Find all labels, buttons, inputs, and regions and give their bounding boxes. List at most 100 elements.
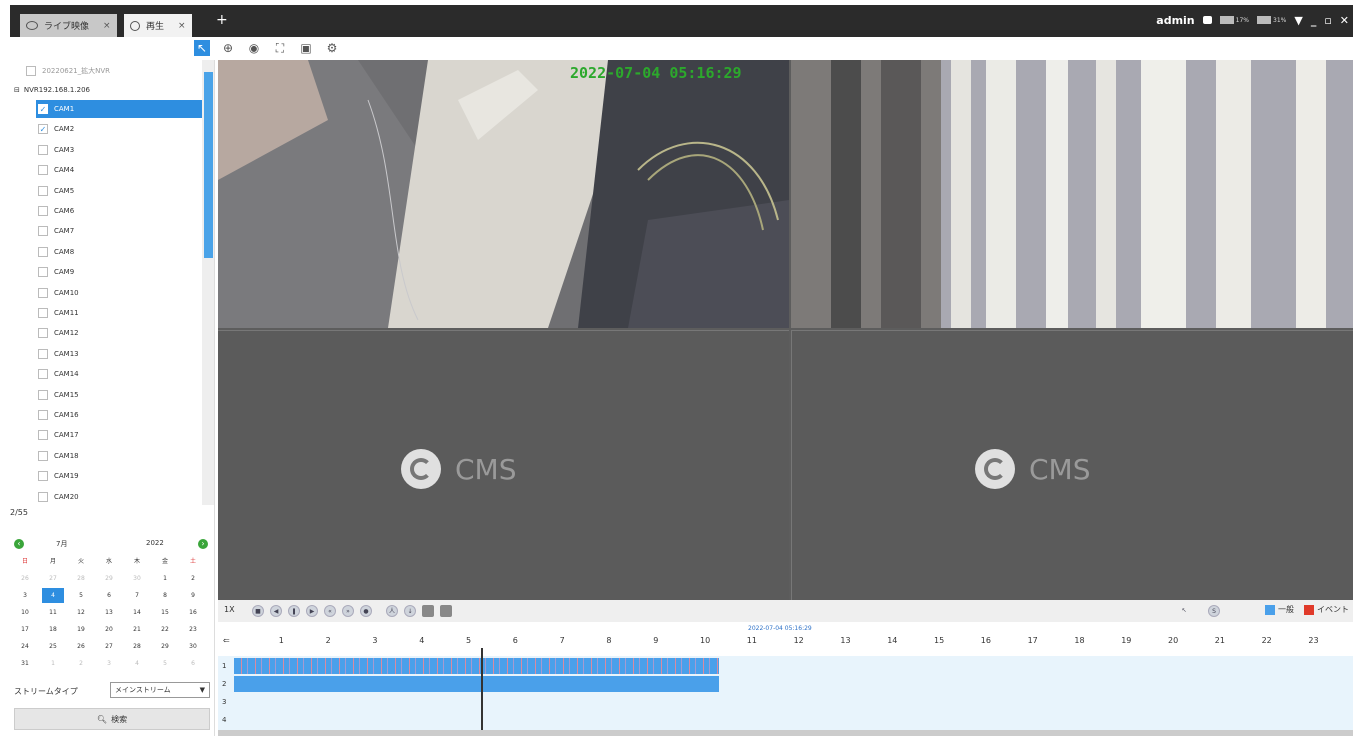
- checkbox[interactable]: [38, 348, 48, 359]
- calendar-day[interactable]: 30: [126, 571, 148, 586]
- camera-item[interactable]: CAM5: [38, 182, 74, 200]
- settings-icon[interactable]: ⚙: [324, 40, 340, 56]
- recording-segment[interactable]: [234, 658, 719, 674]
- calendar-day[interactable]: 4: [42, 588, 64, 603]
- checkbox[interactable]: [38, 308, 48, 318]
- calendar-day[interactable]: 26: [14, 571, 36, 586]
- timeline-track[interactable]: 1: [218, 658, 1353, 675]
- close-window-icon[interactable]: ✕: [1340, 14, 1349, 27]
- checkbox[interactable]: [38, 206, 48, 216]
- calendar-day[interactable]: 15: [154, 605, 176, 620]
- camera-item[interactable]: CAM17: [38, 426, 79, 444]
- calendar-day[interactable]: 20: [98, 622, 120, 637]
- calendar-day[interactable]: 29: [98, 571, 120, 586]
- checkbox[interactable]: ✓: [38, 104, 48, 114]
- camera-item[interactable]: CAM20: [38, 488, 79, 505]
- calendar-day[interactable]: 1: [154, 571, 176, 586]
- next-month-icon[interactable]: ›: [198, 539, 208, 549]
- zoom-icon[interactable]: ⊕: [220, 40, 236, 56]
- restore-icon[interactable]: ▫: [1324, 14, 1331, 27]
- calendar-day[interactable]: 31: [14, 656, 36, 671]
- calendar-day[interactable]: 23: [182, 622, 204, 637]
- tree-scroll-thumb[interactable]: [204, 72, 213, 258]
- clip-icon[interactable]: [422, 605, 434, 617]
- lock-icon[interactable]: [1202, 16, 1212, 24]
- timeline-scrollbar[interactable]: [218, 730, 1353, 736]
- video-cell-3[interactable]: CMS: [218, 330, 789, 600]
- checkbox[interactable]: [38, 471, 48, 482]
- checkbox[interactable]: [38, 450, 48, 461]
- search-button[interactable]: 🔍︎ 検索: [14, 708, 210, 730]
- camera-item[interactable]: CAM19: [38, 467, 79, 485]
- calendar-day[interactable]: 9: [182, 588, 204, 603]
- camera-item[interactable]: CAM8: [38, 243, 74, 261]
- camera-item[interactable]: CAM16: [38, 406, 79, 424]
- calendar-day[interactable]: 28: [70, 571, 92, 586]
- add-tab-button[interactable]: +: [216, 12, 228, 28]
- checkbox[interactable]: [38, 328, 48, 339]
- eye-icon[interactable]: ◉: [246, 40, 262, 56]
- rewind-icon[interactable]: ◀: [270, 605, 282, 617]
- camera-item[interactable]: ✓ CAM1: [36, 100, 202, 118]
- close-icon[interactable]: ×: [178, 21, 186, 31]
- camera-item[interactable]: CAM10: [38, 284, 79, 302]
- checkbox[interactable]: [38, 165, 48, 176]
- minimize-icon[interactable]: _: [1311, 14, 1317, 27]
- camera-item[interactable]: CAM7: [38, 222, 74, 240]
- calendar-day[interactable]: 8: [154, 588, 176, 603]
- calendar-day[interactable]: 26: [70, 639, 92, 654]
- snapshot-icon[interactable]: ▣: [298, 40, 314, 56]
- calendar-day[interactable]: 29: [154, 639, 176, 654]
- calendar-day[interactable]: 27: [98, 639, 120, 654]
- camera-item[interactable]: CAM6: [38, 202, 74, 220]
- checkbox[interactable]: ✓: [38, 124, 48, 135]
- timeline[interactable]: ⇐ 2022-07-04 05:16:29 1 2 3 4 5 6 7 8 9 10 11 12 13 1…: [218, 622, 1353, 736]
- video-cell-4[interactable]: CMS: [791, 330, 1353, 600]
- camera-item[interactable]: CAM18: [38, 447, 79, 465]
- tool-icon[interactable]: ↖: [1178, 605, 1190, 617]
- calendar-day[interactable]: 16: [182, 605, 204, 620]
- checkbox[interactable]: [38, 246, 48, 257]
- play-icon[interactable]: ▶: [306, 605, 318, 617]
- calendar-day[interactable]: 24: [14, 639, 36, 654]
- person-icon[interactable]: 人: [386, 605, 398, 617]
- checkbox[interactable]: [38, 287, 48, 298]
- fullscreen-icon[interactable]: ⛶: [272, 40, 288, 56]
- tab-playback[interactable]: 再生 ×: [124, 14, 192, 37]
- camera-item[interactable]: CAM14: [38, 365, 79, 383]
- download-icon[interactable]: ↓: [404, 605, 416, 617]
- calendar-day[interactable]: 18: [42, 622, 64, 637]
- calendar-day[interactable]: 3: [98, 656, 120, 671]
- camera-item[interactable]: CAM12: [38, 324, 79, 342]
- menu-icon[interactable]: ▼: [1294, 14, 1302, 27]
- close-icon[interactable]: ×: [103, 21, 111, 31]
- calendar-day[interactable]: 2: [70, 656, 92, 671]
- recording-segment[interactable]: [234, 676, 719, 692]
- pause-icon[interactable]: ❚: [288, 605, 300, 617]
- scroll-left-icon[interactable]: ⇐: [223, 636, 230, 645]
- checkbox[interactable]: [38, 430, 48, 441]
- camera-item[interactable]: CAM9: [38, 263, 74, 281]
- timeline-track[interactable]: 2: [218, 676, 1353, 693]
- camera-item[interactable]: CAM3: [38, 141, 74, 159]
- calendar-day[interactable]: 5: [154, 656, 176, 671]
- select-icon[interactable]: ↖: [194, 40, 210, 56]
- calendar-day[interactable]: 17: [14, 622, 36, 637]
- calendar-day[interactable]: 22: [154, 622, 176, 637]
- camera-item[interactable]: CAM15: [38, 386, 79, 404]
- calendar-day[interactable]: 14: [126, 605, 148, 620]
- timeline-track[interactable]: 4: [218, 712, 1353, 729]
- calendar-day[interactable]: 28: [126, 639, 148, 654]
- checkbox[interactable]: [38, 369, 48, 380]
- calendar-day[interactable]: 7: [126, 588, 148, 603]
- record-icon[interactable]: ●: [360, 605, 372, 617]
- video-cell-1[interactable]: 2022-07-04 05:16:29: [218, 60, 789, 328]
- checkbox[interactable]: [38, 185, 48, 196]
- calendar-day[interactable]: 5: [70, 588, 92, 603]
- checkbox[interactable]: [38, 410, 48, 420]
- calendar-day[interactable]: 6: [182, 656, 204, 671]
- checkbox[interactable]: [38, 389, 48, 400]
- camera-item[interactable]: CAM11: [38, 304, 79, 322]
- checkbox[interactable]: [38, 144, 48, 155]
- checkbox[interactable]: [26, 66, 36, 76]
